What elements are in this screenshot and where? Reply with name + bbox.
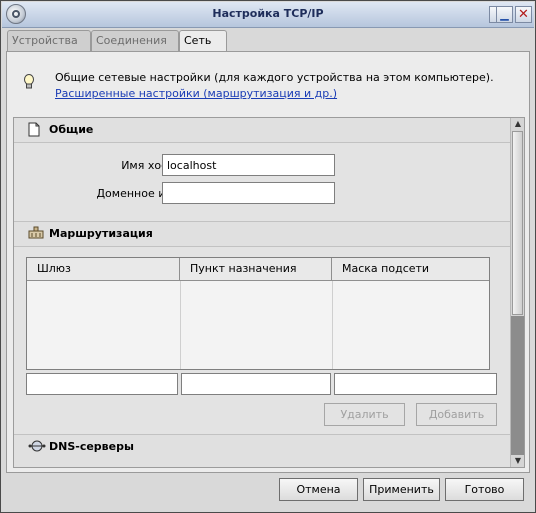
section-general-title: Общие xyxy=(49,123,94,136)
tab-devices[interactable]: Устройства xyxy=(7,30,91,51)
hostname-field[interactable] xyxy=(162,154,335,176)
advanced-settings-link[interactable]: Расширенные настройки (маршрутизация и д… xyxy=(55,87,337,100)
gateway-input[interactable] xyxy=(26,373,178,395)
column-header-netmask[interactable]: Маска подсети xyxy=(332,258,489,281)
cancel-button[interactable]: Отмена xyxy=(279,478,358,501)
title-bar[interactable]: Настройка TCP/IP ▁ ✕ xyxy=(2,2,534,28)
minimize-icon[interactable]: ▁ xyxy=(496,6,513,23)
delete-route-button[interactable]: Удалить xyxy=(324,403,405,426)
section-dns-header: DNS-серверы xyxy=(14,434,510,467)
scroll-down-icon[interactable]: ▼ xyxy=(511,455,524,467)
section-general-header: Общие xyxy=(14,118,510,143)
column-header-gateway[interactable]: Шлюз xyxy=(27,258,180,281)
tcpip-settings-window: Настройка TCP/IP ▁ ✕ Устройства Соединен… xyxy=(0,0,536,513)
scroll-up-icon[interactable]: ▲ xyxy=(511,118,524,130)
router-icon xyxy=(28,226,44,239)
apply-button[interactable]: Применить xyxy=(363,478,440,501)
info-text: Общие сетевые настройки (для каждого уст… xyxy=(55,71,494,84)
add-route-button[interactable]: Добавить xyxy=(416,403,497,426)
column-header-destination[interactable]: Пункт назначения xyxy=(180,258,332,281)
tab-connections[interactable]: Соединения xyxy=(91,30,179,51)
domain-field[interactable] xyxy=(162,182,335,204)
vertical-scrollbar[interactable]: ▲ ▼ xyxy=(510,118,524,467)
scrollbar-thumb[interactable] xyxy=(512,131,523,315)
scrollbar-track[interactable] xyxy=(511,316,524,455)
section-routing-title: Маршрутизация xyxy=(49,227,153,240)
document-icon xyxy=(28,122,40,137)
destination-input[interactable] xyxy=(181,373,331,395)
close-icon[interactable]: ✕ xyxy=(515,6,532,23)
section-routing-header: Маршрутизация xyxy=(14,221,510,247)
window-title: Настройка TCP/IP xyxy=(212,7,324,20)
tab-network[interactable]: Сеть xyxy=(179,30,227,52)
dns-icon xyxy=(28,440,46,452)
lightbulb-icon xyxy=(24,74,34,89)
routing-table[interactable]: Шлюз Пункт назначения Маска подсети xyxy=(26,257,490,370)
done-button[interactable]: Готово xyxy=(445,478,524,501)
network-tab-panel: Общие сетевые настройки (для каждого уст… xyxy=(6,51,530,473)
section-dns-title: DNS-серверы xyxy=(49,440,134,453)
netmask-input[interactable] xyxy=(334,373,497,395)
settings-scroll-pane[interactable]: Общие Имя хоста: Доменное имя: Маршрутиз… xyxy=(13,117,525,468)
column-divider xyxy=(332,281,333,369)
column-divider xyxy=(180,281,181,369)
